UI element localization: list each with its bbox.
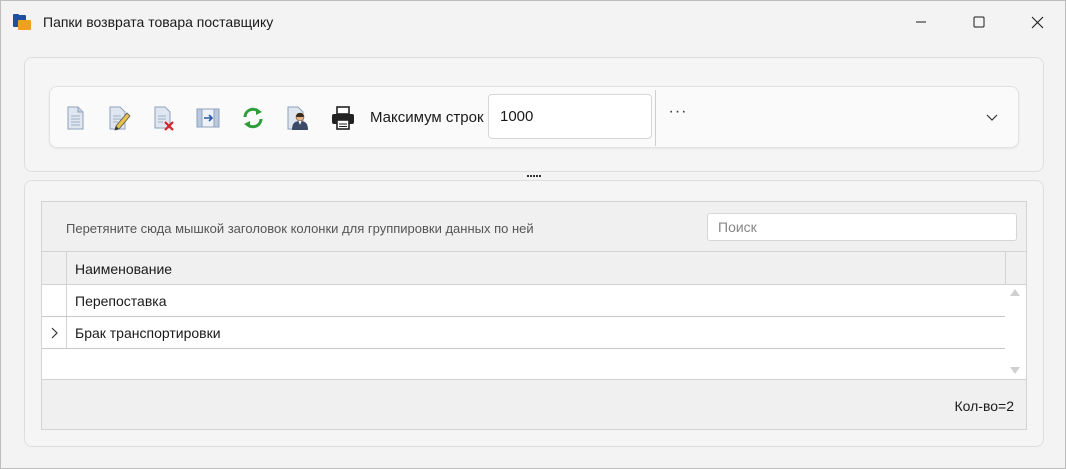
header-corner <box>1005 252 1026 285</box>
row-indicator-header <box>42 252 67 285</box>
search-input[interactable] <box>707 213 1017 241</box>
close-button[interactable] <box>1008 1 1066 43</box>
minimize-button[interactable] <box>892 1 950 43</box>
chevron-right-icon[interactable] <box>49 327 59 339</box>
new-document-icon <box>67 106 84 130</box>
group-hint: Перетяните сюда мышкой заголовок колонки… <box>66 221 534 236</box>
max-rows-label: Максимум строк <box>370 109 484 126</box>
vertical-scrollbar[interactable] <box>1005 285 1026 379</box>
header-row: Наименование <box>42 252 1005 285</box>
close-icon <box>1031 16 1043 28</box>
user-document-icon <box>287 106 308 130</box>
maximize-button[interactable] <box>950 1 1008 43</box>
column-header-name[interactable]: Наименование <box>75 261 172 277</box>
row-count: Кол-во=2 <box>954 398 1015 414</box>
maximize-icon <box>973 16 985 28</box>
toolbar: Максимум строк ··· <box>49 86 1019 148</box>
row-indicator[interactable] <box>42 317 67 348</box>
edit-document-icon <box>109 106 131 131</box>
splitter-handle[interactable] <box>525 173 543 179</box>
table-row[interactable]: Перепоставка <box>42 285 1005 317</box>
table-row[interactable]: Брак транспортировки <box>42 317 1005 349</box>
toolbar-separator <box>655 90 656 146</box>
folder-icon <box>12 12 32 32</box>
more-options-button[interactable]: ··· <box>666 103 690 127</box>
title-bar[interactable]: Папки возврата товара поставщику <box>1 1 1065 43</box>
max-rows-input[interactable] <box>488 94 652 139</box>
edit-button[interactable] <box>102 101 136 135</box>
group-panel[interactable]: Перетяните сюда мышкой заголовок колонки… <box>42 202 1026 252</box>
cell-name[interactable]: Перепоставка <box>75 293 167 309</box>
new-button[interactable] <box>58 101 92 135</box>
scroll-down-icon[interactable] <box>1010 367 1020 375</box>
cell-name[interactable]: Брак транспортировки <box>75 325 221 341</box>
grid-footer: Кол-во=2 <box>42 379 1026 429</box>
print-button[interactable] <box>326 101 360 135</box>
print-icon <box>332 106 354 130</box>
row-indicator <box>42 285 67 316</box>
data-grid: Перетяните сюда мышкой заголовок колонки… <box>41 201 1027 430</box>
delete-document-icon <box>154 106 174 131</box>
refresh-icon <box>243 107 263 129</box>
delete-button[interactable] <box>147 101 181 135</box>
minimize-icon <box>916 21 926 23</box>
columns-icon <box>196 108 220 128</box>
user-document-button[interactable] <box>281 101 315 135</box>
window-title: Папки возврата товара поставщику <box>43 14 274 30</box>
scroll-up-icon[interactable] <box>1010 288 1020 296</box>
grid-data-area: Наименование Перепоставка Брак транспорт… <box>42 252 1026 379</box>
window: Папки возврата товара поставщику Максиму… <box>0 0 1066 469</box>
chevron-down-icon[interactable] <box>985 111 1003 129</box>
refresh-button[interactable] <box>236 101 270 135</box>
columns-button[interactable] <box>191 101 225 135</box>
